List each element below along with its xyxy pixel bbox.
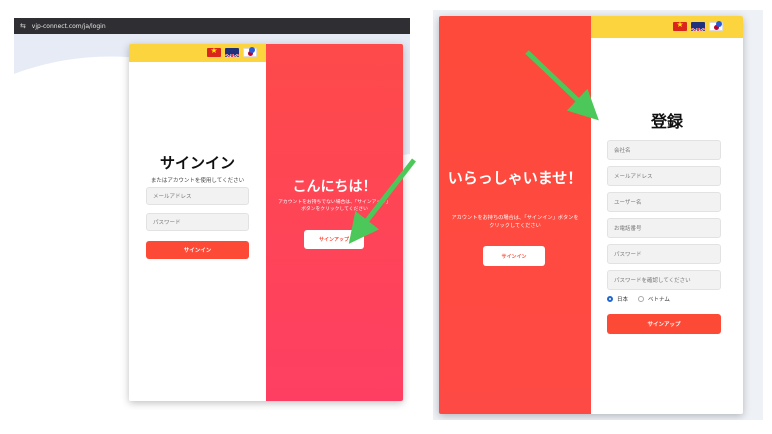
annotated-screenshot-composite: ⇆ vjp-connect.com/ja/login サインイン またはアカウン… — [0, 0, 772, 434]
annotation-arrows — [348, 50, 599, 244]
arrow-icon — [525, 50, 599, 121]
arrow-icon — [348, 158, 416, 244]
